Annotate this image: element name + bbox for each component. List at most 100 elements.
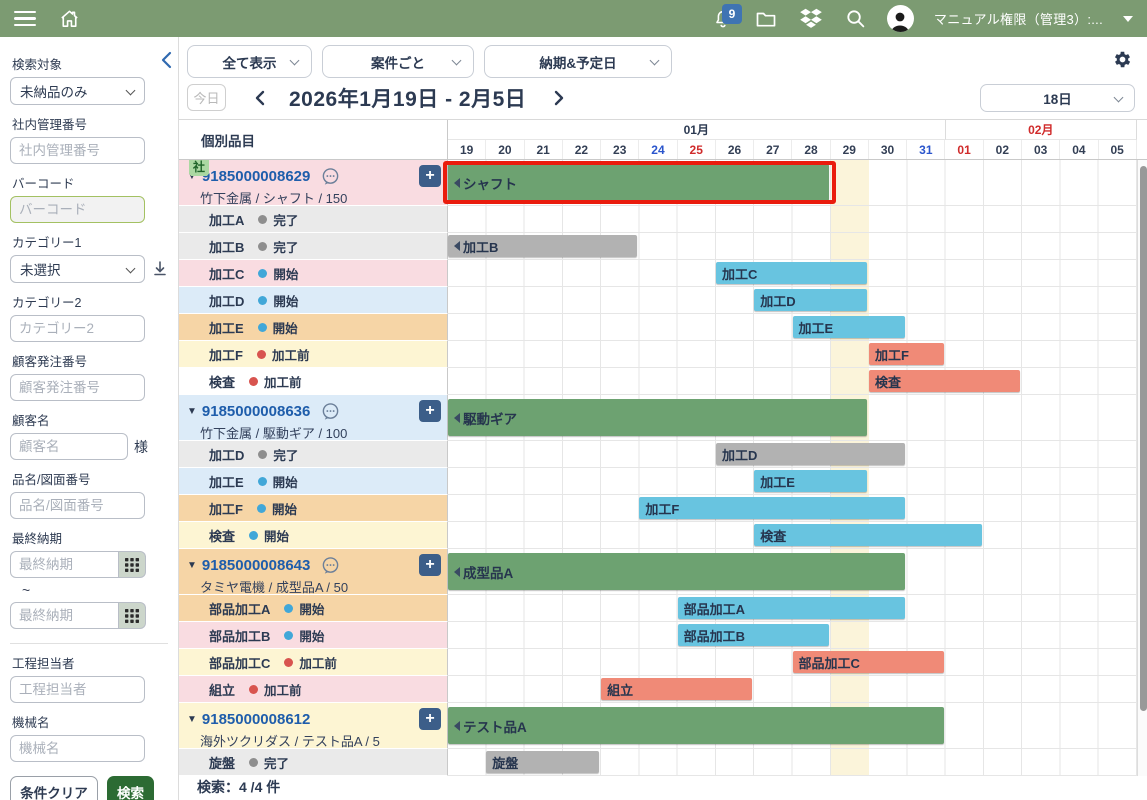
process-bar[interactable]: 加工B bbox=[448, 235, 637, 257]
main-panel: 全て表示 案件ごと 納期&予定日 今日 2026年1月19日 - 2月5日 bbox=[178, 37, 1147, 800]
process-bar[interactable]: 組立 bbox=[601, 678, 752, 700]
day-label: 01 bbox=[945, 140, 983, 159]
gantt-process-row[interactable]: 社加工B完了加工B bbox=[179, 233, 1137, 260]
search-icon[interactable] bbox=[844, 7, 867, 30]
status-label: 完了 bbox=[273, 237, 298, 256]
comment-bubble-icon[interactable] bbox=[321, 402, 340, 421]
vertical-scrollbar[interactable] bbox=[1137, 160, 1147, 776]
machine-input[interactable] bbox=[19, 741, 136, 756]
display-filter-dropdown[interactable]: 全て表示 bbox=[187, 45, 312, 78]
process-bar[interactable]: 加工E bbox=[754, 470, 867, 492]
final-due-to-input[interactable] bbox=[19, 608, 110, 623]
process-bar[interactable]: 加工D bbox=[754, 289, 867, 311]
group-bar[interactable]: シャフト bbox=[448, 164, 829, 201]
gantt-process-row[interactable]: 社加工F加工前加工F bbox=[179, 341, 1137, 368]
prev-period-icon[interactable] bbox=[254, 90, 265, 106]
process-bar[interactable]: 加工F bbox=[869, 343, 944, 365]
gantt-process-row[interactable]: 外加工C開始加工C bbox=[179, 260, 1137, 287]
group-bar[interactable]: 駆動ギア bbox=[448, 399, 867, 436]
gantt-process-row[interactable]: 社加工D開始加工D bbox=[179, 287, 1137, 314]
group-bar[interactable]: 成型品A bbox=[448, 553, 905, 590]
group-bar[interactable]: テスト品A bbox=[448, 707, 944, 744]
group-collapse-icon[interactable]: ▼ bbox=[187, 714, 197, 725]
search-target-select[interactable]: 未納品のみ bbox=[10, 77, 145, 105]
category1-select[interactable]: 未選択 bbox=[10, 255, 145, 283]
group-subtitle: 海外ツクリダス / テスト品A / 5 bbox=[179, 731, 447, 749]
add-process-button[interactable]: + bbox=[419, 554, 441, 576]
avatar[interactable] bbox=[887, 5, 914, 32]
calendar-icon[interactable] bbox=[119, 602, 146, 629]
day-label: 25 bbox=[678, 140, 716, 159]
process-bar[interactable]: 加工C bbox=[716, 262, 867, 284]
category2-input[interactable] bbox=[19, 321, 136, 336]
comment-bubble-icon[interactable] bbox=[321, 167, 340, 186]
gantt-process-row[interactable]: 社組立加工前組立 bbox=[179, 676, 1137, 703]
status-dot bbox=[284, 658, 293, 667]
bar-label: 部品加工C bbox=[799, 653, 860, 672]
bar-label: 加工B bbox=[463, 237, 498, 256]
final-due-from-input[interactable] bbox=[19, 557, 110, 572]
process-bar[interactable]: 検査 bbox=[869, 370, 1020, 392]
today-button[interactable]: 今日 bbox=[187, 84, 226, 111]
scrollbar-thumb[interactable] bbox=[1140, 166, 1147, 711]
user-menu-caret-icon[interactable] bbox=[1123, 16, 1133, 22]
gantt-process-row[interactable]: 社検査開始検査 bbox=[179, 522, 1137, 549]
clear-conditions-button[interactable]: 条件クリア bbox=[10, 776, 98, 800]
group-collapse-icon[interactable]: ▼ bbox=[187, 406, 197, 417]
folder-icon[interactable] bbox=[754, 7, 778, 31]
period-zoom-dropdown[interactable]: 18日 bbox=[980, 84, 1135, 112]
process-bar[interactable]: 加工D bbox=[716, 443, 905, 465]
customer-name-input[interactable] bbox=[19, 439, 119, 454]
add-process-button[interactable]: + bbox=[419, 400, 441, 422]
internal-no-input[interactable] bbox=[19, 143, 136, 158]
next-period-icon[interactable] bbox=[554, 90, 565, 106]
notifications-icon[interactable]: 9 bbox=[712, 8, 734, 30]
calendar-icon[interactable] bbox=[119, 551, 146, 578]
download-to-bar-icon[interactable] bbox=[153, 261, 167, 277]
group-id-link[interactable]: 9185000008643 bbox=[202, 557, 310, 574]
process-bar[interactable]: 旋盤 bbox=[486, 751, 599, 773]
settings-gear-icon[interactable] bbox=[1112, 49, 1133, 75]
gantt-process-row[interactable]: 社部品加工C加工前部品加工C bbox=[179, 649, 1137, 676]
gantt-process-row[interactable]: 社加工E開始加工E bbox=[179, 468, 1137, 495]
gantt-process-row[interactable]: 社部品加工B開始部品加工B bbox=[179, 622, 1137, 649]
grouping-filter-dropdown[interactable]: 案件ごと bbox=[322, 45, 474, 78]
process-bar[interactable]: 部品加工B bbox=[678, 624, 829, 646]
item-no-input[interactable] bbox=[19, 498, 136, 513]
dropbox-icon[interactable] bbox=[798, 7, 824, 31]
status-label: 加工前 bbox=[264, 680, 302, 699]
customer-order-no-input[interactable] bbox=[19, 380, 136, 395]
search-button[interactable]: 検索 bbox=[107, 776, 154, 800]
sidebar-collapse-icon[interactable] bbox=[160, 51, 173, 74]
status-dot bbox=[257, 504, 266, 513]
gantt-process-row[interactable]: 社加工E開始加工E bbox=[179, 314, 1137, 341]
gantt-chart: 個別品目 01月02月 1920212223242526272829303101… bbox=[179, 119, 1147, 776]
add-process-button[interactable]: + bbox=[419, 708, 441, 730]
group-id-link[interactable]: 9185000008629 bbox=[202, 168, 310, 185]
day-label: 04 bbox=[1060, 140, 1098, 159]
barcode-input[interactable] bbox=[19, 202, 136, 217]
gantt-process-row[interactable]: 社旋盤完了旋盤 bbox=[179, 749, 1137, 776]
gantt-process-row[interactable]: 社部品加工A開始部品加工A bbox=[179, 595, 1137, 622]
gantt-process-row[interactable]: 社加工F開始加工F bbox=[179, 495, 1137, 522]
process-bar[interactable]: 加工E bbox=[793, 316, 906, 338]
group-collapse-icon[interactable]: ▼ bbox=[187, 560, 197, 571]
status-label: 完了 bbox=[273, 445, 298, 464]
group-id-link[interactable]: 9185000008636 bbox=[202, 403, 310, 420]
add-process-button[interactable]: + bbox=[419, 165, 441, 187]
home-icon[interactable] bbox=[58, 7, 81, 30]
process-bar[interactable]: 加工F bbox=[639, 497, 905, 519]
gantt-process-row[interactable]: 社検査加工前検査 bbox=[179, 368, 1137, 395]
bar-label: 検査 bbox=[875, 372, 901, 391]
gantt-process-row[interactable]: 社加工D完了加工D bbox=[179, 441, 1137, 468]
group-id-link[interactable]: 9185000008612 bbox=[202, 711, 310, 728]
gantt-process-row[interactable]: 社加工A完了 bbox=[179, 206, 1137, 233]
customer-order-no-label: 顧客発注番号 bbox=[12, 351, 168, 370]
process-bar[interactable]: 部品加工A bbox=[678, 597, 906, 619]
process-bar[interactable]: 部品加工C bbox=[793, 651, 944, 673]
date-type-filter-dropdown[interactable]: 納期&予定日 bbox=[484, 45, 672, 78]
comment-bubble-icon[interactable] bbox=[321, 556, 340, 575]
process-owner-input[interactable] bbox=[19, 682, 136, 697]
process-bar[interactable]: 検査 bbox=[754, 524, 982, 546]
menu-icon[interactable] bbox=[14, 11, 36, 27]
